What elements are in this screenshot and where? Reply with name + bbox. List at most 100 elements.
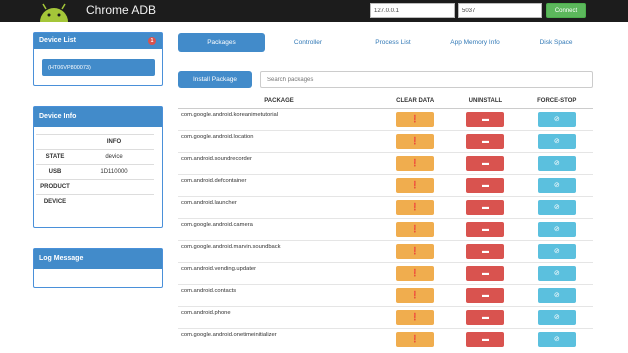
tab-packages[interactable]: Packages — [178, 33, 265, 52]
clear-data-button[interactable]: ❗ — [396, 287, 435, 303]
trash-icon: ▬ — [481, 115, 489, 123]
tab-process-list[interactable]: Process List — [362, 33, 424, 52]
package-name: com.android.vending.updater — [178, 261, 380, 284]
table-row: com.google.android.marvin.soundback ❗ ▬ ⊘ — [178, 239, 593, 262]
uninstall-button[interactable]: ▬ — [466, 199, 505, 215]
clear-data-button[interactable]: ❗ — [396, 155, 435, 171]
force-stop-button[interactable]: ⊘ — [537, 199, 576, 215]
col-uninstall: UNINSTALL — [450, 94, 521, 109]
trash-icon: ▬ — [481, 203, 489, 211]
info-row: DEVICE — [36, 194, 154, 210]
port-input[interactable] — [458, 3, 542, 18]
trash-icon: ▬ — [481, 269, 489, 277]
uninstall-button[interactable]: ▬ — [466, 331, 505, 347]
clear-data-button[interactable]: ❗ — [396, 309, 435, 325]
uninstall-button[interactable]: ▬ — [466, 221, 505, 237]
top-bar: Chrome ADB Connect — [0, 0, 628, 22]
force-stop-button[interactable]: ⊘ — [537, 133, 576, 149]
uninstall-button[interactable]: ▬ — [466, 287, 505, 303]
uninstall-button[interactable]: ▬ — [466, 243, 505, 259]
uninstall-button[interactable]: ▬ — [466, 133, 505, 149]
broom-icon: ❗ — [410, 313, 420, 321]
ban-icon: ⊘ — [553, 137, 560, 145]
uninstall-button[interactable]: ▬ — [466, 155, 505, 171]
package-name: com.google.android.koreanimetutorial — [178, 107, 380, 130]
clear-data-button[interactable]: ❗ — [396, 111, 435, 127]
trash-icon: ▬ — [481, 159, 489, 167]
clear-data-button[interactable]: ❗ — [396, 133, 435, 149]
broom-icon: ❗ — [410, 269, 420, 277]
device-list-item[interactable]: (HT06VP800073) — [42, 59, 155, 76]
table-row: com.android.phone ❗ ▬ ⊘ — [178, 305, 593, 328]
uninstall-button[interactable]: ▬ — [466, 111, 505, 127]
uninstall-button[interactable]: ▬ — [466, 265, 505, 281]
install-package-button[interactable]: Install Package — [178, 71, 252, 88]
broom-icon: ❗ — [410, 181, 420, 189]
force-stop-button[interactable]: ⊘ — [537, 265, 576, 281]
packages-table: PACKAGE CLEAR DATA UNINSTALL FORCE-STOP … — [178, 94, 593, 350]
clear-data-button[interactable]: ❗ — [396, 243, 435, 259]
search-packages-input[interactable] — [260, 71, 593, 88]
clear-data-button[interactable]: ❗ — [396, 221, 435, 237]
clear-data-button[interactable]: ❗ — [396, 265, 435, 281]
table-row: com.google.android.onetimeinitializer ❗ ▬ ⊘ — [178, 327, 593, 350]
device-serial: (HT06VP800073) — [48, 65, 91, 71]
tab-app-memory-info[interactable]: App Memory Info — [443, 33, 507, 52]
clear-data-button[interactable]: ❗ — [396, 331, 435, 347]
tab-controller[interactable]: Controller — [278, 33, 338, 52]
package-name: com.google.android.location — [178, 129, 380, 152]
force-stop-button[interactable]: ⊘ — [537, 309, 576, 325]
table-row: com.google.android.koreanimetutorial ❗ ▬ ⊘ — [178, 107, 593, 130]
trash-icon: ▬ — [481, 225, 489, 233]
force-stop-button[interactable]: ⊘ — [537, 243, 576, 259]
table-row: com.android.launcher ❗ ▬ ⊘ — [178, 195, 593, 218]
connect-button[interactable]: Connect — [546, 3, 586, 18]
device-list-panel: Device List 1 (HT06VP800073) — [33, 32, 163, 86]
force-stop-button[interactable]: ⊘ — [537, 155, 576, 171]
ban-icon: ⊘ — [553, 181, 560, 189]
info-header-row: INFO — [36, 134, 154, 150]
info-col-header: INFO — [74, 134, 154, 150]
col-force-stop: FORCE-STOP — [520, 94, 593, 109]
broom-icon: ❗ — [410, 203, 420, 211]
trash-icon: ▬ — [481, 247, 489, 255]
ban-icon: ⊘ — [553, 335, 560, 343]
tab-disk-space[interactable]: Disk Space — [528, 33, 584, 52]
table-row: com.android.vending.updater ❗ ▬ ⊘ — [178, 261, 593, 284]
device-list-title: Device List — [39, 37, 76, 44]
broom-icon: ❗ — [410, 225, 420, 233]
device-info-table: INFO STATE device USB 1D110000 PRODUCT DEV… — [36, 134, 154, 210]
ban-icon: ⊘ — [553, 269, 560, 277]
table-row: com.google.android.camera ❗ ▬ ⊘ — [178, 217, 593, 240]
uninstall-button[interactable]: ▬ — [466, 309, 505, 325]
col-package: PACKAGE — [178, 94, 380, 109]
table-header-row: PACKAGE CLEAR DATA UNINSTALL FORCE-STOP — [178, 94, 593, 109]
ban-icon: ⊘ — [553, 313, 560, 321]
broom-icon: ❗ — [410, 291, 420, 299]
log-message-panel: Log Message — [33, 248, 163, 288]
clear-data-button[interactable]: ❗ — [396, 177, 435, 193]
force-stop-button[interactable]: ⊘ — [537, 331, 576, 347]
table-row: com.android.contacts ❗ ▬ ⊘ — [178, 283, 593, 306]
broom-icon: ❗ — [410, 115, 420, 123]
package-name: com.android.phone — [178, 305, 380, 328]
package-name: com.android.defcontainer — [178, 173, 380, 196]
info-row: USB 1D110000 — [36, 164, 154, 180]
force-stop-button[interactable]: ⊘ — [537, 177, 576, 193]
broom-icon: ❗ — [410, 335, 420, 343]
ban-icon: ⊘ — [553, 115, 560, 123]
package-name: com.android.contacts — [178, 283, 380, 306]
force-stop-button[interactable]: ⊘ — [537, 111, 576, 127]
clear-data-button[interactable]: ❗ — [396, 199, 435, 215]
force-stop-button[interactable]: ⊘ — [537, 287, 576, 303]
uninstall-button[interactable]: ▬ — [466, 177, 505, 193]
trash-icon: ▬ — [481, 137, 489, 145]
broom-icon: ❗ — [410, 137, 420, 145]
ip-address-input[interactable] — [370, 3, 455, 18]
info-row: PRODUCT — [36, 179, 154, 195]
force-stop-button[interactable]: ⊘ — [537, 221, 576, 237]
table-row: com.android.defcontainer ❗ ▬ ⊘ — [178, 173, 593, 196]
ban-icon: ⊘ — [553, 225, 560, 233]
package-name: com.google.android.marvin.soundback — [178, 239, 380, 262]
trash-icon: ▬ — [481, 313, 489, 321]
